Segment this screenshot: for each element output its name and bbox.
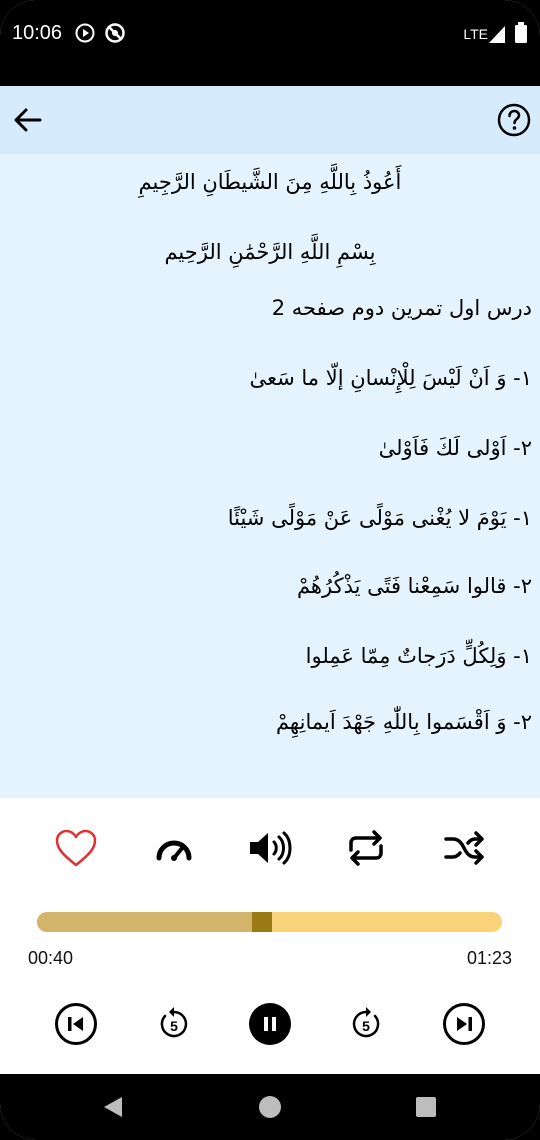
replay-seconds-label: 5 [170, 1018, 178, 1034]
lesson-content: أَعُوذُ بِاللَّهِ مِنَ الشَّيطَانِ الرَّ… [0, 154, 540, 798]
taawwudh-line: أَعُوذُ بِاللَّهِ مِنَ الشَّيطَانِ الرَّ… [138, 170, 402, 194]
screen: 10:06 LTE أَعُوذُ بِاللَّهِ مِنَ الشَّيط… [0, 0, 540, 1140]
arrow-left-icon [14, 108, 42, 132]
battery-icon [514, 22, 528, 44]
volume-icon [250, 831, 292, 865]
elapsed-time: 00:40 [28, 948, 74, 968]
seek-bar-played [37, 912, 260, 932]
nav-home-button[interactable] [257, 1094, 283, 1120]
speedometer-icon [156, 840, 192, 861]
back-button[interactable] [10, 102, 46, 138]
home-circle-icon [259, 1096, 281, 1118]
verse-line: ١- وَ اَنْ لَيْسَ لِلْإِنْسانِ إلّا ما س… [249, 366, 532, 390]
heart-icon [55, 829, 97, 867]
skip-next-icon [443, 1003, 485, 1045]
replay-5-button[interactable]: 5 [150, 1000, 198, 1048]
forward-5-button[interactable]: 5 [342, 1000, 390, 1048]
volume-button[interactable] [246, 824, 294, 872]
status-bar: 10:06 LTE [0, 0, 540, 86]
verse-line: ١- يَوْمَ لا يُغْنی مَوْلًى عَنْ مَوْلًى… [227, 506, 532, 530]
recents-square-icon [416, 1097, 436, 1117]
skip-previous-button[interactable] [52, 1000, 100, 1048]
speed-button[interactable] [150, 824, 198, 872]
forward-5-icon: 5 [352, 1007, 380, 1038]
repeat-button[interactable] [342, 824, 390, 872]
shuffle-icon [444, 831, 484, 865]
nav-recents-button[interactable] [413, 1094, 439, 1120]
system-nav-bar [0, 1074, 540, 1140]
repeat-icon [349, 830, 383, 866]
nav-back-button[interactable] [100, 1094, 126, 1120]
app-bar [0, 86, 540, 154]
favorite-button[interactable] [52, 824, 100, 872]
verse-line: ٢- وَ اَقْسَموا بِاللّٰهِ جَهْدَ اَيمانِ… [275, 710, 532, 734]
verse-line: ٢- قالوا سَمِعْنا فَتًى يَذْكُرُهُمْ [296, 574, 532, 598]
forward-seconds-label: 5 [362, 1018, 370, 1034]
shuffle-button[interactable] [440, 824, 488, 872]
play-circle-icon [74, 22, 96, 44]
seek-bar-thumb[interactable] [252, 912, 272, 932]
pause-icon [249, 1003, 291, 1045]
basmala-line: بِسْمِ اللَّهِ الرَّحْمَٰنِ الرَّحِيم [164, 240, 376, 264]
signal-icon [488, 24, 506, 44]
verse-line: ٢- اَوْلی لَكَ فَاَوْلىٰ [378, 436, 532, 460]
lesson-title: درس اول تمرین دوم صفحه 2 [271, 296, 532, 320]
pause-button[interactable] [246, 1000, 294, 1048]
verse-line: ١- وَلِكُلٍّ دَرَجاتٌ مِمّا عَمِلوا [305, 644, 532, 668]
back-triangle-icon [104, 1097, 122, 1117]
status-time: 10:06 [12, 22, 63, 44]
question-circle-icon [497, 103, 531, 137]
seek-bar[interactable] [37, 912, 502, 932]
total-time: 01:23 [466, 948, 512, 968]
skip-next-button[interactable] [440, 1000, 488, 1048]
help-button[interactable] [496, 102, 532, 138]
skip-previous-icon [55, 1003, 97, 1045]
network-label: LTE [463, 26, 488, 42]
replay-5-icon: 5 [160, 1007, 188, 1038]
no-sync-icon [104, 22, 126, 44]
